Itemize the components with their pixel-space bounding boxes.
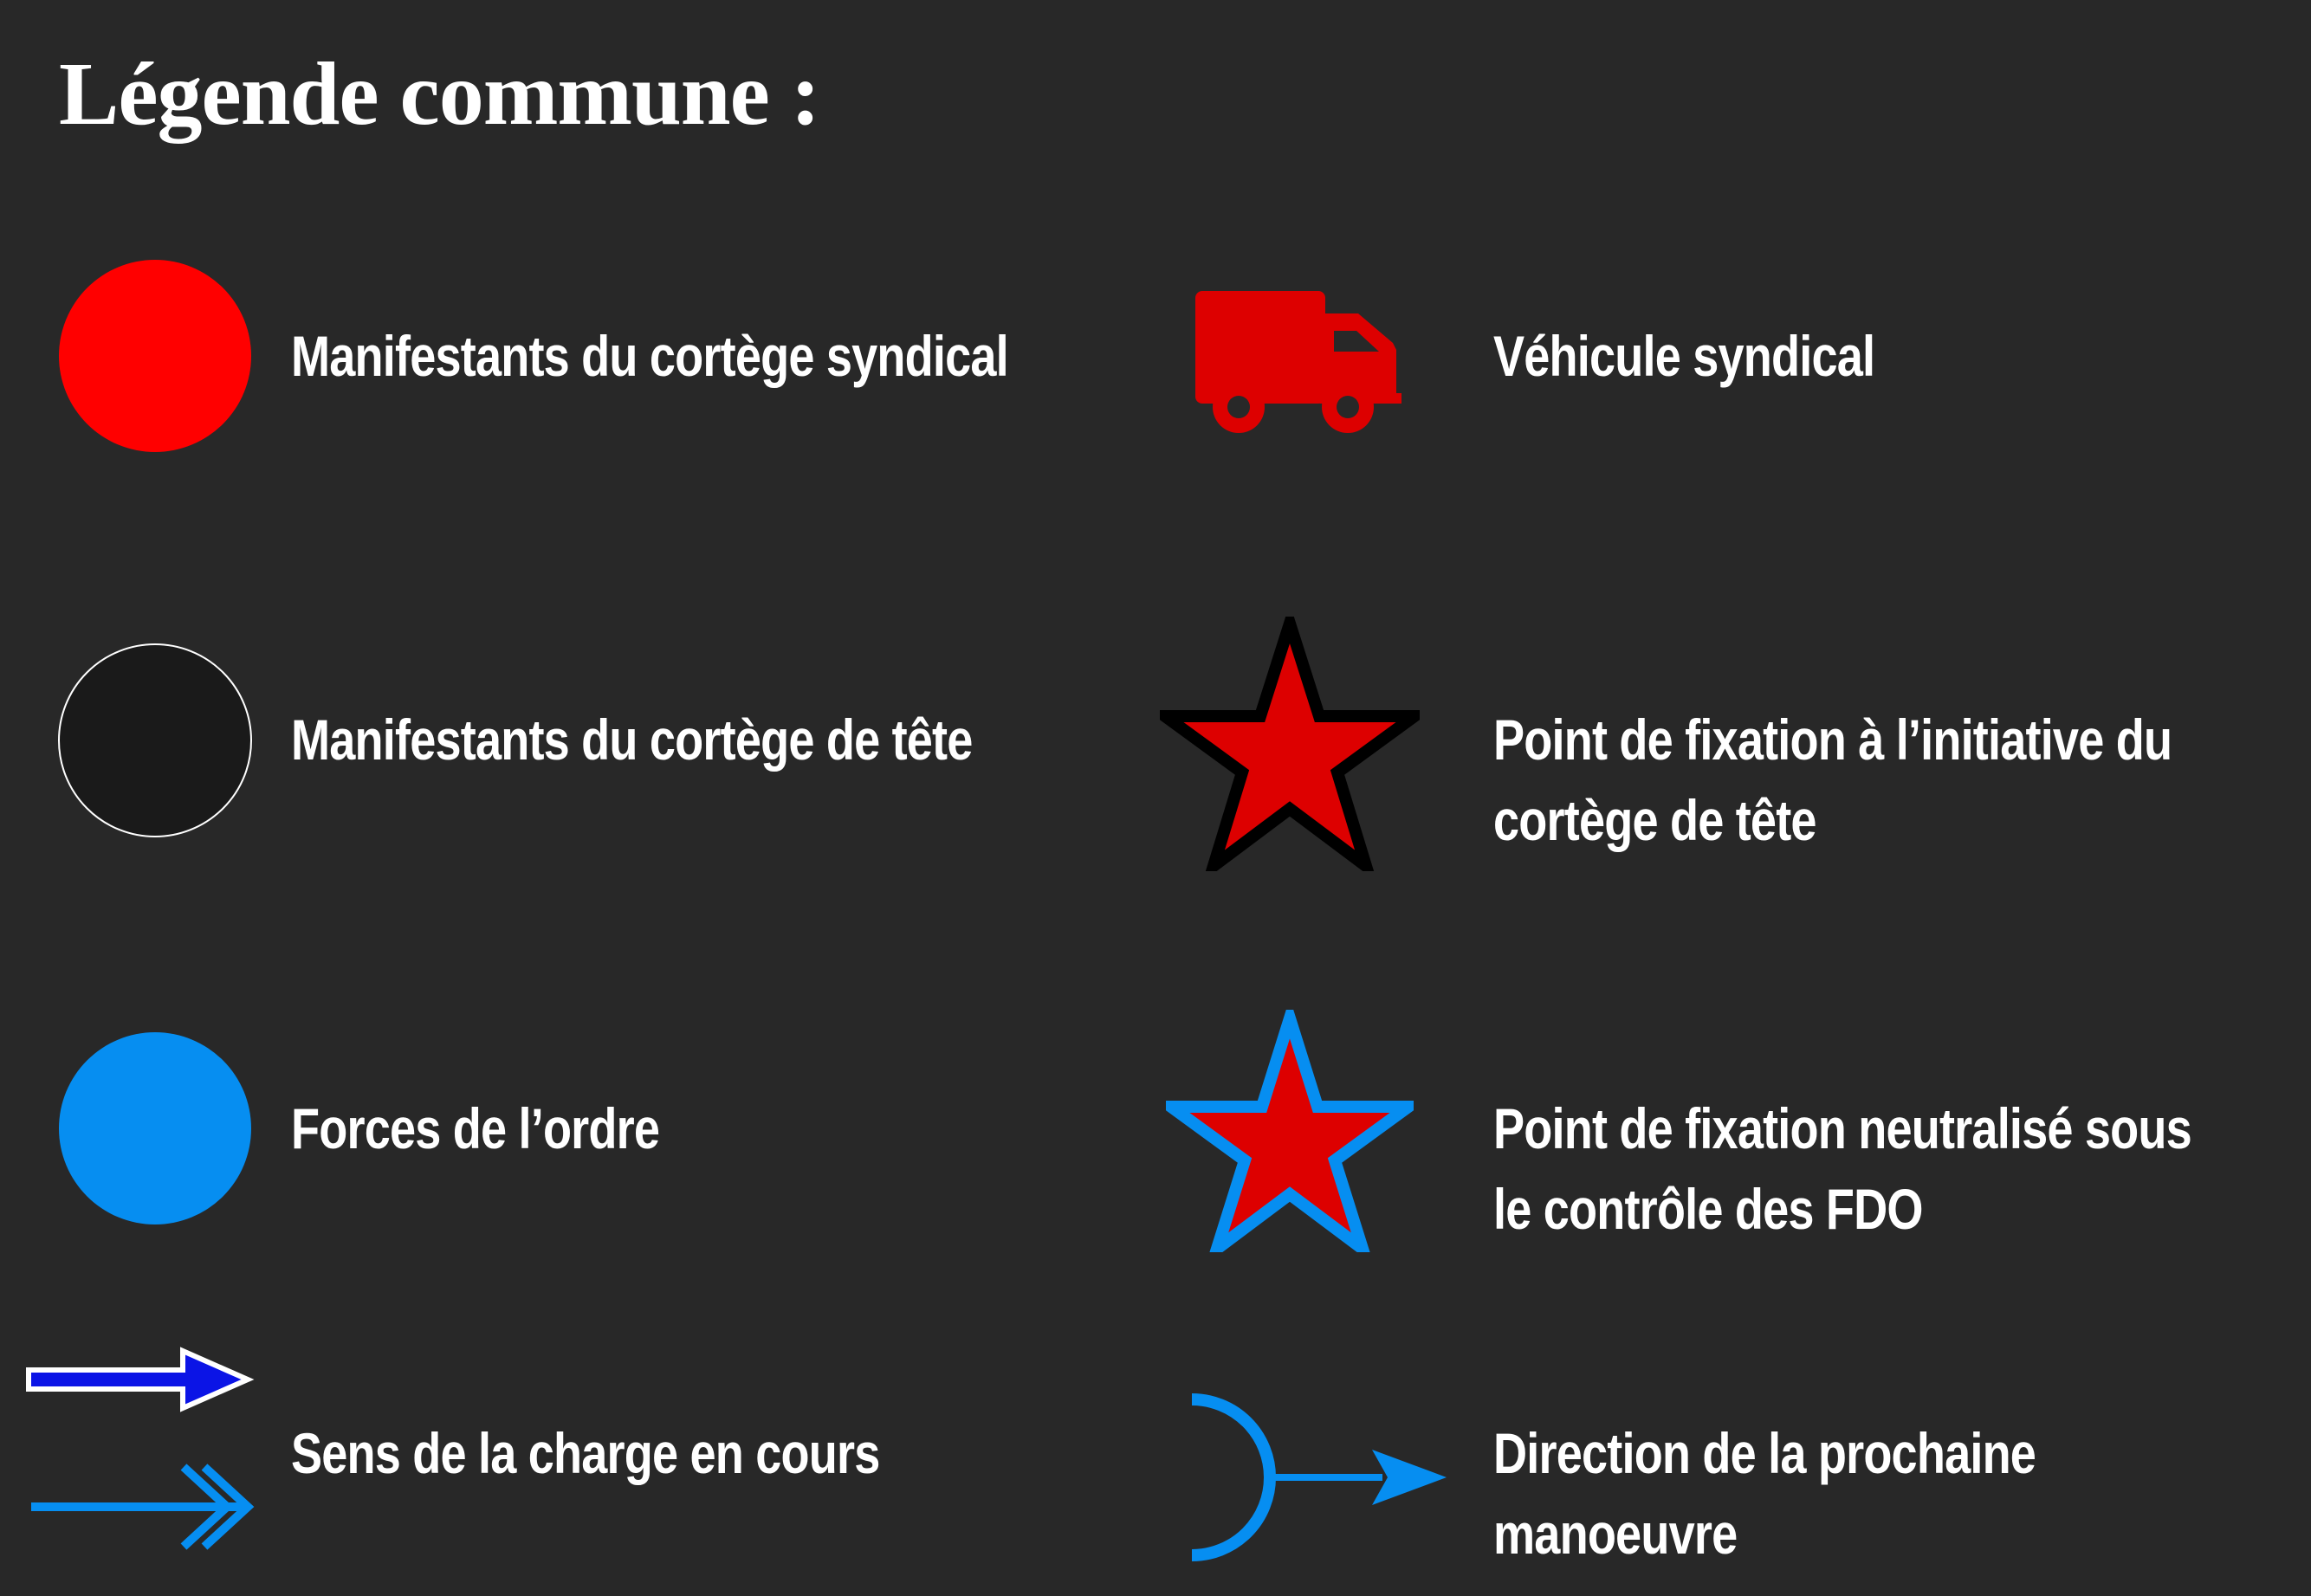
blue-circle-icon xyxy=(59,1032,251,1224)
red-circle-icon xyxy=(59,260,251,452)
legend-label-syndical: Manifestants du cortège syndical xyxy=(291,324,1009,388)
legend-title: Légende commune : xyxy=(59,44,820,144)
legend-label-charge: Sens de la charge en cours xyxy=(291,1421,880,1485)
legend-label-maneuver: Direction de la prochaine manoeuvre xyxy=(1493,1421,2036,1566)
legend-label-vehicle: Véhicule syndical xyxy=(1493,324,1875,388)
charge-arrows-icon xyxy=(26,1347,255,1550)
maneuver-arrow-icon xyxy=(1191,1393,1447,1561)
legend-label-tete: Manifestants du cortège de tête xyxy=(291,708,973,772)
legend-label-fixation-tete: Point de fixation à l’initiative du cort… xyxy=(1493,708,2172,852)
truck-icon xyxy=(1195,291,1401,433)
star-black-outline-icon xyxy=(1160,617,1420,871)
legend-label-fixation-fdo: Point de fixation neutralisé sous le con… xyxy=(1493,1096,2192,1241)
star-blue-outline-icon xyxy=(1166,1010,1414,1252)
legend-label-police: Forces de l’ordre xyxy=(291,1096,660,1160)
black-circle-icon xyxy=(58,643,252,837)
